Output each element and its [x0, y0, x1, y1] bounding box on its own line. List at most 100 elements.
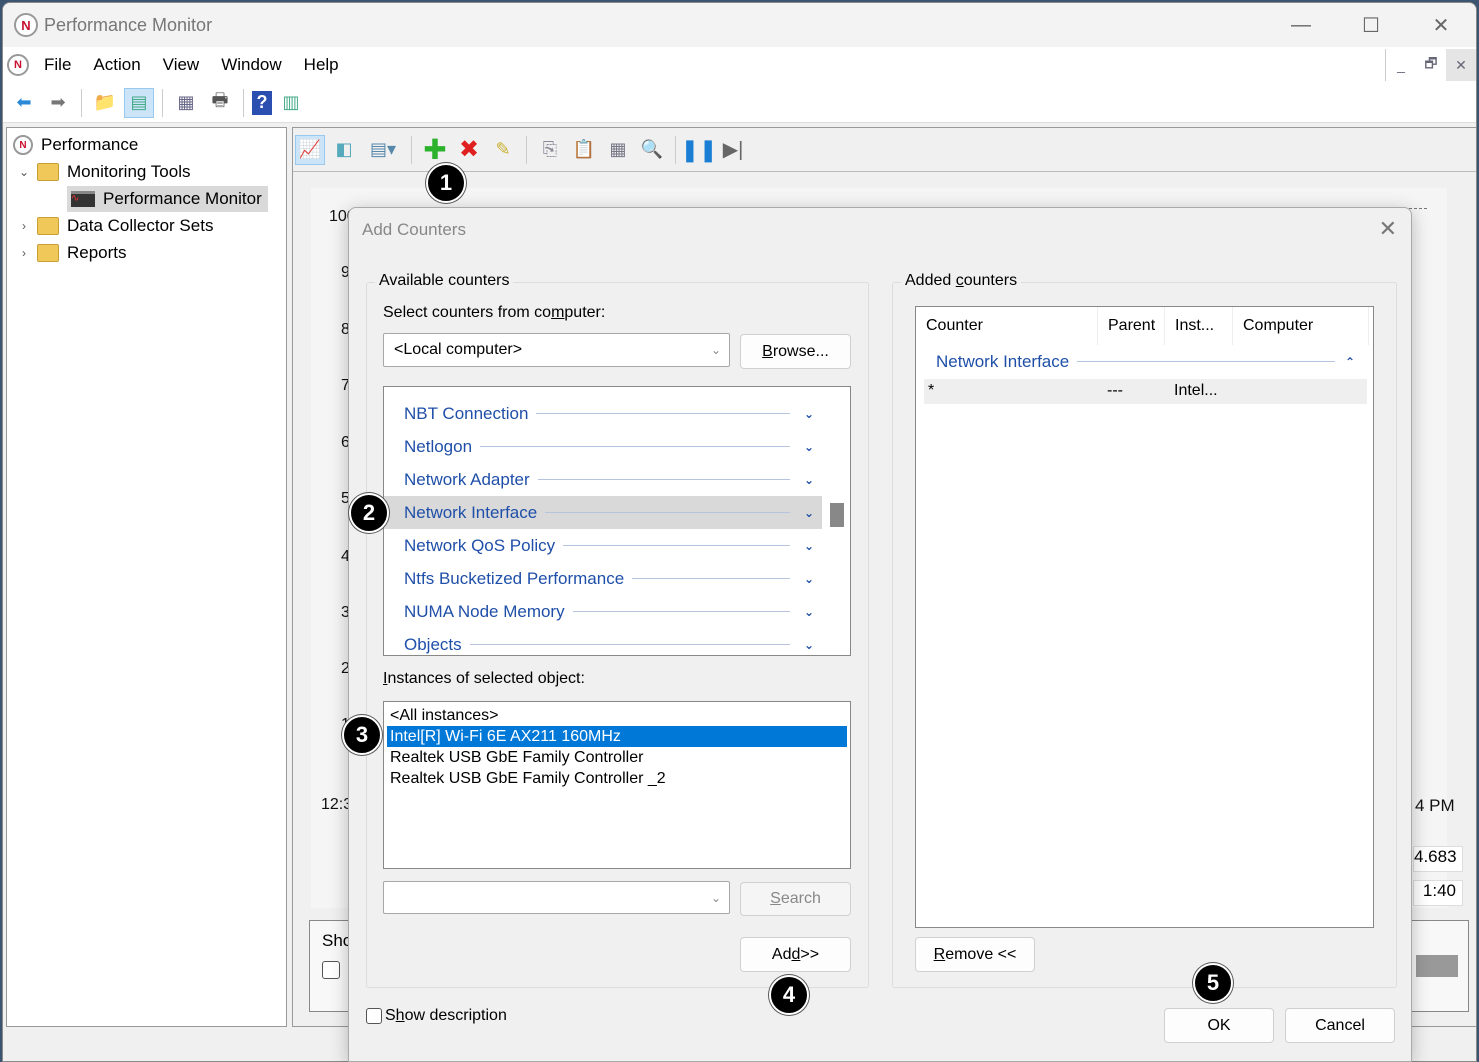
toolbar-separator [526, 135, 527, 164]
category-ntfs-bucketized-performance[interactable]: Ntfs Bucketized Performance ⌄ [384, 562, 822, 595]
menu-file[interactable]: File [33, 55, 82, 75]
copy-properties-icon[interactable]: ⎘ [535, 135, 565, 165]
added-counter-row[interactable]: * --- Intel... [924, 379, 1367, 404]
chevron-down-icon: ⌄ [803, 406, 814, 421]
main-toolbar: ⬅ ➡ 📁 ▤ ▦ 🖶 ? ▥ [3, 83, 1476, 123]
chevron-right-icon[interactable]: › [17, 246, 31, 260]
tree-item-performance[interactable]: N Performance [13, 132, 138, 158]
categories-scrollbar-thumb[interactable] [830, 503, 844, 527]
select-computer-label: Select counters from computer: [383, 304, 606, 321]
instances-label: Instances of selected object: [383, 670, 585, 687]
view-current-activity-icon[interactable]: 📈 [295, 134, 325, 165]
freeze-display-icon[interactable]: ❚❚ [681, 135, 718, 165]
category-network-interface[interactable]: Network Interface ⌄ [384, 496, 822, 529]
maximize-button[interactable]: ☐ [1336, 3, 1406, 47]
category-network-qos-policy[interactable]: Network QoS Policy ⌄ [384, 529, 822, 562]
dialog-close-button[interactable]: ✕ [1379, 216, 1397, 242]
step-badge-5: 5 [1193, 963, 1233, 1003]
added-group-network-interface[interactable]: Network Interface ⌃ [916, 345, 1363, 378]
minimize-button[interactable]: — [1266, 3, 1336, 47]
counter-categories-list[interactable]: NBT Connection ⌄ Netlogon ⌄ Network Adapte… [383, 386, 851, 656]
delete-counter-icon[interactable]: ✖ [454, 135, 484, 165]
search-button[interactable]: Search [740, 882, 851, 916]
up-folder-icon[interactable]: 📁 [90, 88, 120, 118]
data-collector-folder-icon [37, 217, 59, 235]
zoom-icon[interactable]: 🔍 [637, 135, 667, 165]
help-icon[interactable]: ? [252, 90, 272, 115]
instance-search-input[interactable]: ⌄ [383, 881, 730, 914]
menu-view[interactable]: View [152, 55, 211, 75]
change-graph-type-icon[interactable]: ▤▾ [363, 135, 403, 165]
chevron-down-icon: ⌄ [803, 637, 814, 652]
instances-list[interactable]: <All instances> Intel[R] Wi-Fi 6E AX211 … [383, 701, 851, 869]
mdi-restore-button[interactable]: 🗗 [1416, 49, 1446, 81]
category-network-adapter[interactable]: Network Adapter ⌄ [384, 463, 822, 496]
show-hide-console-tree-icon[interactable]: ▤ [124, 87, 154, 118]
ok-button[interactable]: OK [1164, 1008, 1274, 1043]
tree-item-label: Performance [41, 135, 139, 154]
last-value-display: 4.683 [1413, 846, 1463, 872]
add-button[interactable]: Ad d >> [740, 937, 851, 972]
folder-icon [37, 163, 59, 181]
show-description-label[interactable]: Show description [385, 1007, 507, 1025]
properties-icon[interactable]: ▦ [171, 88, 201, 118]
add-counters-dialog: Add Counters ✕ Available counters Select… [348, 207, 1412, 1062]
menu-help[interactable]: Help [293, 55, 350, 75]
show-action-pane-icon[interactable]: ▥ [276, 88, 306, 118]
instance-item-selected[interactable]: Intel[R] Wi-Fi 6E AX211 160MHz [387, 726, 847, 747]
category-objects[interactable]: Objects ⌄ [384, 628, 822, 655]
tree-item-reports[interactable]: › Reports [17, 240, 127, 266]
mdi-controls: _ 🗗 ✕ [1385, 49, 1476, 81]
column-header-counter[interactable]: Counter [916, 307, 1098, 345]
cell-instance: Intel... [1174, 382, 1218, 399]
legend-show-checkbox[interactable] [322, 961, 340, 979]
chevron-down-icon: ⌄ [803, 472, 814, 487]
tree-item-performance-monitor[interactable]: ∿ Performance Monitor [67, 186, 268, 212]
remove-button[interactable]: Remove << [915, 937, 1035, 972]
instance-item[interactable]: <All instances> [387, 705, 847, 726]
browse-button[interactable]: Browse... [740, 334, 851, 369]
instance-item[interactable]: Realtek USB GbE Family Controller [387, 747, 847, 768]
column-header-parent[interactable]: Parent [1098, 307, 1165, 345]
added-counters-table[interactable]: Counter Parent Inst... Computer Network … [915, 306, 1374, 928]
instance-item[interactable]: Realtek USB GbE Family Controller _2 [387, 768, 847, 789]
chevron-right-icon[interactable]: › [17, 219, 31, 233]
mdi-minimize-button[interactable]: _ [1386, 49, 1416, 81]
category-netlogon[interactable]: Netlogon ⌄ [384, 430, 822, 463]
reports-folder-icon [37, 244, 59, 262]
properties-icon[interactable]: ▦ [603, 135, 633, 165]
highlight-icon[interactable]: ✎ [488, 135, 518, 165]
computer-select[interactable]: <Local computer> ⌄ [383, 333, 730, 367]
tree-item-monitoring-tools[interactable]: ⌄ Monitoring Tools [17, 159, 190, 185]
tree-item-label: Performance Monitor [103, 189, 262, 208]
chevron-down-icon: ⌄ [710, 343, 721, 357]
view-log-data-icon[interactable]: ◧ [329, 135, 359, 165]
add-counter-icon[interactable]: ✚ [420, 134, 450, 165]
chevron-down-icon[interactable]: ⌄ [17, 165, 31, 179]
duration-display: 1:40 [1413, 880, 1463, 906]
close-button[interactable]: ✕ [1406, 3, 1476, 47]
tree-item-data-collector-sets[interactable]: › Data Collector Sets [17, 213, 213, 239]
toolbar-separator [411, 135, 412, 164]
performance-icon: N [13, 135, 33, 155]
menu-window[interactable]: Window [210, 55, 292, 75]
legend-selected-row[interactable] [1416, 955, 1458, 977]
column-header-instance[interactable]: Inst... [1165, 307, 1233, 345]
mdi-close-button[interactable]: ✕ [1446, 49, 1476, 81]
category-numa-node-memory[interactable]: NUMA Node Memory ⌄ [384, 595, 822, 628]
cancel-button[interactable]: Cancel [1285, 1008, 1395, 1043]
show-description-checkbox[interactable] [366, 1008, 382, 1024]
toolbar-separator [162, 88, 163, 117]
update-data-icon[interactable]: ▶| [718, 135, 748, 165]
category-nbt-connection[interactable]: NBT Connection ⌄ [384, 397, 822, 430]
system-menu-icon[interactable]: N [7, 54, 29, 76]
column-header-computer[interactable]: Computer [1233, 307, 1369, 345]
forward-arrow-icon[interactable]: ➡ [43, 88, 73, 118]
print-icon[interactable]: 🖶 [205, 88, 235, 118]
available-counters-label: Available counters [375, 272, 514, 290]
back-arrow-icon[interactable]: ⬅ [9, 88, 39, 118]
title-bar: N Performance Monitor — ☐ ✕ [3, 3, 1476, 47]
performance-toolbar: 📈 ◧ ▤▾ ✚ ✖ ✎ ⎘ 📋 ▦ 🔍 ❚❚ ▶| [293, 128, 1476, 172]
paste-counter-list-icon[interactable]: 📋 [569, 135, 599, 165]
menu-action[interactable]: Action [82, 55, 151, 75]
